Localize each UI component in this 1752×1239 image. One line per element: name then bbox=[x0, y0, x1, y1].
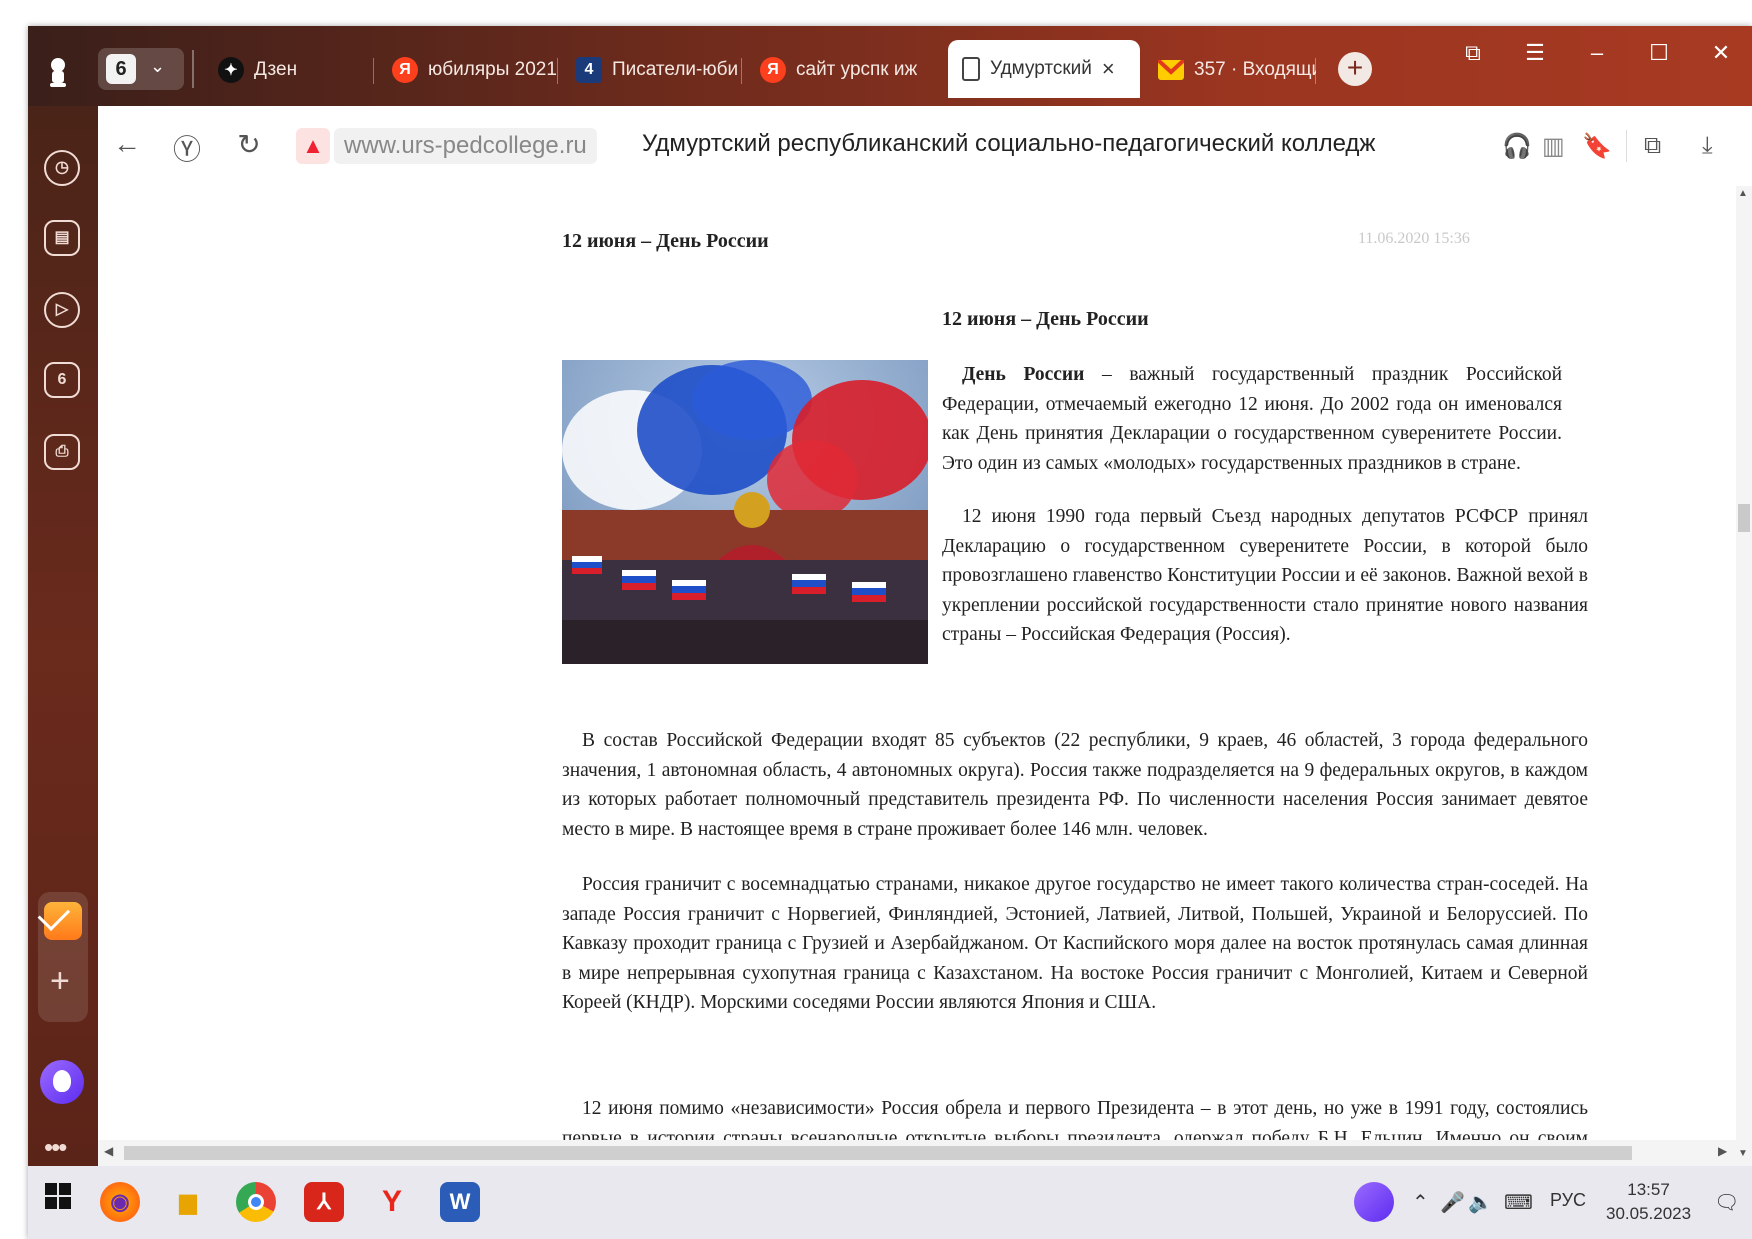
page-title: Удмуртский республиканский социально-пед… bbox=[642, 130, 1376, 157]
more-icon[interactable]: ••• bbox=[44, 1132, 67, 1163]
close-window-button[interactable]: ✕ bbox=[1704, 40, 1738, 66]
sidebar-apps-panel: + bbox=[38, 892, 88, 1022]
download-icon[interactable]: ⤓ bbox=[1702, 132, 1713, 160]
chrome-icon[interactable] bbox=[236, 1182, 276, 1222]
chevron-up-icon[interactable]: ⌃ bbox=[1412, 1190, 1429, 1215]
alice-assistant-icon[interactable] bbox=[40, 1060, 84, 1104]
yandex-icon: Я bbox=[760, 57, 786, 83]
reload-icon[interactable]: ↻ bbox=[232, 128, 266, 161]
article-paragraph-3: В состав Российской Федерации входят 85 … bbox=[562, 730, 1588, 840]
tab-count-badge: 6 bbox=[106, 54, 136, 84]
news-date: 11.06.2020 15:36 bbox=[1358, 230, 1470, 247]
file-explorer-icon[interactable]: ▆ bbox=[168, 1182, 208, 1222]
clock[interactable]: 13:57 30.05.2023 bbox=[1606, 1178, 1691, 1226]
page-content: 12 июня – День России 11.06.2020 15:36 1… bbox=[98, 186, 1736, 1166]
back-icon[interactable]: ← bbox=[110, 128, 144, 160]
language-indicator[interactable]: РУС bbox=[1550, 1190, 1586, 1211]
tab-label: 357 · Входящи bbox=[1194, 59, 1316, 80]
taskbar: ◉ ▆ ⅄ Y W ⌃ 🎤 🔈 ⌨ РУС 13:57 30.05.2023 🗨 bbox=[28, 1166, 1752, 1239]
insecure-warning-icon[interactable]: ▲ bbox=[296, 128, 330, 164]
vertical-scrollbar[interactable]: ▲ ▼ bbox=[1736, 186, 1752, 1166]
reader-mode-icon[interactable]: ▥ bbox=[1542, 132, 1565, 161]
tab-dzen[interactable]: ✦ Дзен bbox=[204, 46, 374, 94]
tab-label: Дзен bbox=[254, 59, 298, 80]
page-icon bbox=[962, 57, 980, 81]
bookmark-icon[interactable]: 🔖 bbox=[1582, 132, 1612, 161]
clock-time: 13:57 bbox=[1627, 1180, 1670, 1199]
new-tab-button[interactable]: + bbox=[1338, 52, 1372, 86]
tab-label: сайт урспк иж bbox=[796, 59, 918, 80]
profile-icon[interactable] bbox=[46, 56, 70, 90]
article-term: День России bbox=[962, 364, 1085, 385]
play-icon[interactable]: ▷ bbox=[44, 292, 80, 328]
vertical-scroll-thumb[interactable] bbox=[1738, 504, 1750, 532]
tab-label: Удмуртский bbox=[990, 58, 1092, 79]
article-paragraph-1: День России – важный государственный пра… bbox=[942, 360, 1562, 478]
history-icon[interactable]: ◷ bbox=[44, 150, 80, 186]
horizontal-scroll-thumb[interactable] bbox=[124, 1146, 1632, 1160]
scroll-left-icon[interactable]: ◀ bbox=[104, 1144, 113, 1158]
scroll-right-icon[interactable]: ▶ bbox=[1718, 1144, 1727, 1158]
tab-pisateli[interactable]: 4 Писатели-юби bbox=[562, 46, 742, 94]
clock-date: 30.05.2023 bbox=[1606, 1204, 1692, 1223]
news-header-title[interactable]: 12 июня – День России bbox=[562, 230, 769, 253]
headphones-icon[interactable]: 🎧 bbox=[1502, 132, 1532, 161]
keyboard-icon[interactable]: ⌨ bbox=[1504, 1190, 1533, 1215]
minimize-button[interactable]: – bbox=[1580, 40, 1614, 66]
alice-tray-icon[interactable] bbox=[1354, 1182, 1394, 1222]
close-tab-icon[interactable]: × bbox=[1102, 56, 1115, 82]
collections-sidebar-icon[interactable]: ▤ bbox=[44, 220, 80, 256]
scroll-up-icon[interactable]: ▲ bbox=[1738, 188, 1748, 199]
mail-app-icon[interactable] bbox=[44, 902, 82, 940]
yandex-browser-icon[interactable]: Y bbox=[372, 1182, 412, 1222]
tab-bar: 6 ⌄ ✦ Дзен Я юбиляры 2021 4 Писатели-юби… bbox=[28, 26, 1752, 106]
menu-icon[interactable]: ☰ bbox=[1518, 40, 1552, 66]
address-bar: ← Ⓨ ↻ ▲ www.urs-pedcollege.ru Удмуртский… bbox=[98, 106, 1752, 186]
maximize-button[interactable]: ☐ bbox=[1642, 40, 1676, 66]
tab-yubilyary[interactable]: Я юбиляры 2021 bbox=[378, 46, 558, 94]
tab-mail[interactable]: 357 · Входящи bbox=[1144, 46, 1316, 94]
article-paragraph-2: 12 июня 1990 года первый Съезд народных … bbox=[942, 506, 1588, 645]
screenshot-icon[interactable]: ⎙ bbox=[44, 434, 80, 470]
mail-icon bbox=[1158, 60, 1184, 80]
scroll-down-icon[interactable]: ▼ bbox=[1738, 1148, 1748, 1159]
extensions-icon[interactable]: ⧉ bbox=[1644, 132, 1661, 160]
collections-icon[interactable]: ⧉ bbox=[1456, 40, 1490, 66]
dzen-icon: ✦ bbox=[218, 57, 244, 83]
browser-sidebar: ◷ ▤ ▷ 6 ⎙ bbox=[28, 106, 98, 1196]
number-4-icon: 4 bbox=[576, 57, 602, 83]
word-icon[interactable]: W bbox=[440, 1182, 480, 1222]
article-photo bbox=[562, 360, 928, 664]
volume-icon[interactable]: 🔈 bbox=[1468, 1190, 1493, 1215]
yandex-icon: Я bbox=[392, 57, 418, 83]
chevron-down-icon: ⌄ bbox=[150, 56, 166, 76]
browser-window: 6 ⌄ ✦ Дзен Я юбиляры 2021 4 Писатели-юби… bbox=[28, 26, 1752, 1239]
tabs-count-icon[interactable]: 6 bbox=[44, 362, 80, 398]
horizontal-scrollbar[interactable]: ◀ ▶ bbox=[98, 1140, 1736, 1166]
tab-sait-urspk[interactable]: Я сайт урспк иж bbox=[746, 46, 918, 94]
tab-groups-button[interactable]: 6 ⌄ bbox=[98, 48, 184, 90]
tab-label: Писатели-юби bbox=[612, 59, 739, 80]
article-paragraph-4: Россия граничит с восемнадцатью странами… bbox=[562, 874, 1588, 1013]
notifications-icon[interactable]: 🗨 bbox=[1714, 1190, 1739, 1215]
acrobat-icon[interactable]: ⅄ bbox=[304, 1182, 344, 1222]
tab-udmurtskiy[interactable]: Удмуртский × bbox=[948, 40, 1140, 98]
firefox-icon[interactable]: ◉ bbox=[100, 1182, 140, 1222]
article-title: 12 июня – День России bbox=[942, 308, 1149, 330]
microphone-icon[interactable]: 🎤 bbox=[1440, 1190, 1465, 1215]
url-field[interactable]: www.urs-pedcollege.ru bbox=[334, 128, 597, 164]
windows-start-icon[interactable] bbox=[38, 1182, 78, 1222]
tab-label: юбиляры 2021 bbox=[428, 59, 557, 80]
yandex-logo-icon[interactable]: Ⓨ bbox=[170, 128, 204, 168]
add-app-icon[interactable]: + bbox=[50, 964, 70, 998]
